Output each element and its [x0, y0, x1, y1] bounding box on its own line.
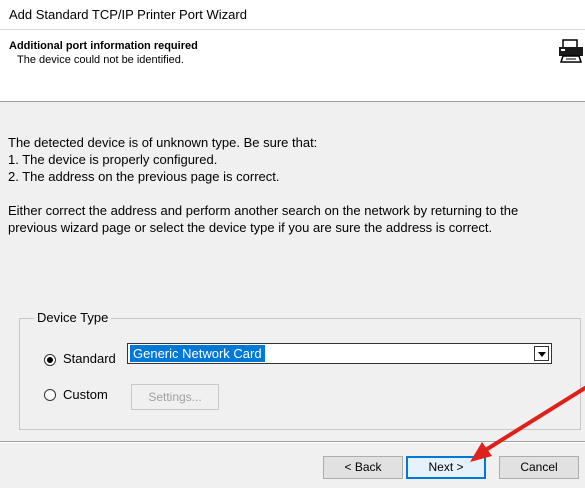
footer-divider [0, 441, 585, 443]
window-title: Add Standard TCP/IP Printer Port Wizard [9, 7, 247, 22]
wizard-window: Add Standard TCP/IP Printer Port Wizard … [0, 0, 585, 488]
header-title: Additional port information required [9, 40, 198, 52]
instruction-line-4: Either correct the address and perform a… [8, 203, 519, 218]
chevron-down-icon[interactable] [534, 346, 549, 361]
device-type-selected-value[interactable]: Generic Network Card [130, 345, 265, 362]
back-button[interactable]: < Back [323, 456, 403, 479]
device-type-legend: Device Type [34, 310, 112, 325]
title-bar: Add Standard TCP/IP Printer Port Wizard [0, 0, 585, 30]
instruction-line-5: previous wizard page or select the devic… [8, 220, 493, 235]
device-type-select[interactable]: Generic Network Card [127, 343, 552, 364]
settings-button[interactable]: Settings... [131, 384, 219, 410]
custom-radio-label[interactable]: Custom [63, 387, 108, 402]
printer-port-icon [559, 39, 583, 63]
header-subtitle: The device could not be identified. [17, 54, 184, 66]
wizard-header: Additional port information required The… [0, 30, 585, 102]
cancel-button[interactable]: Cancel [499, 456, 579, 479]
instruction-line-2: 1. The device is properly configured. [8, 152, 218, 167]
next-button[interactable]: Next > [406, 456, 486, 479]
standard-radio-label[interactable]: Standard [63, 351, 116, 366]
custom-radio[interactable] [44, 389, 56, 401]
instruction-line-1: The detected device is of unknown type. … [8, 135, 318, 150]
instruction-line-3: 2. The address on the previous page is c… [8, 169, 280, 184]
standard-radio[interactable] [44, 354, 56, 366]
device-type-group: Device Type [19, 310, 581, 430]
